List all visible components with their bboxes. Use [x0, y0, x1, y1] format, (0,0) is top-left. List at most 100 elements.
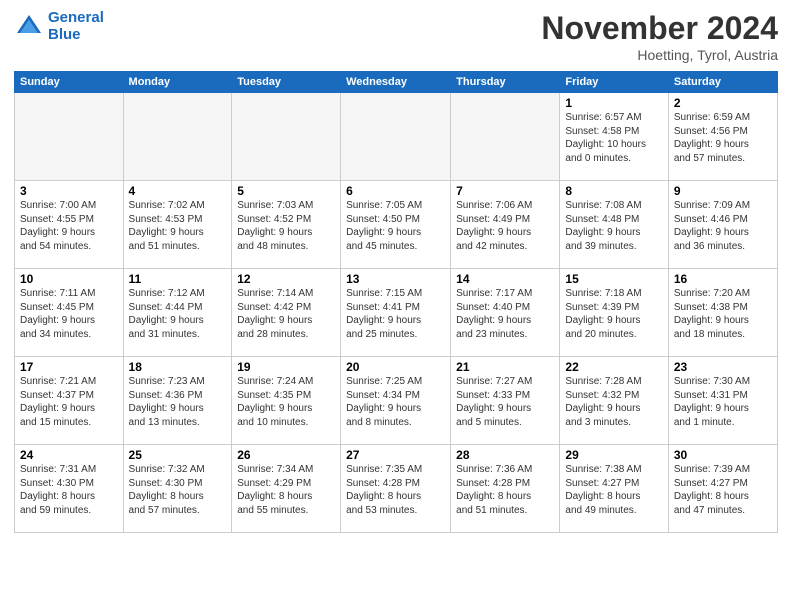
day-number: 22	[565, 360, 662, 374]
calendar-cell: 16Sunrise: 7:20 AM Sunset: 4:38 PM Dayli…	[668, 269, 777, 357]
calendar-cell: 6Sunrise: 7:05 AM Sunset: 4:50 PM Daylig…	[341, 181, 451, 269]
logo-line2: Blue	[48, 26, 81, 43]
day-number: 7	[456, 184, 554, 198]
day-info: Sunrise: 7:34 AM Sunset: 4:29 PM Dayligh…	[237, 463, 335, 517]
day-info: Sunrise: 7:03 AM Sunset: 4:52 PM Dayligh…	[237, 199, 335, 253]
day-number: 2	[674, 96, 772, 110]
day-number: 24	[20, 448, 118, 462]
calendar-cell: 3Sunrise: 7:00 AM Sunset: 4:55 PM Daylig…	[15, 181, 124, 269]
calendar-cell: 26Sunrise: 7:34 AM Sunset: 4:29 PM Dayli…	[232, 445, 341, 533]
calendar-cell	[232, 93, 341, 181]
day-info: Sunrise: 7:08 AM Sunset: 4:48 PM Dayligh…	[565, 199, 662, 253]
day-number: 3	[20, 184, 118, 198]
day-info: Sunrise: 7:11 AM Sunset: 4:45 PM Dayligh…	[20, 287, 118, 341]
day-number: 30	[674, 448, 772, 462]
month-title: November 2024	[541, 10, 778, 47]
calendar-cell: 12Sunrise: 7:14 AM Sunset: 4:42 PM Dayli…	[232, 269, 341, 357]
day-of-week-header: Wednesday	[341, 72, 451, 93]
week-row: 24Sunrise: 7:31 AM Sunset: 4:30 PM Dayli…	[15, 445, 778, 533]
calendar-cell: 9Sunrise: 7:09 AM Sunset: 4:46 PM Daylig…	[668, 181, 777, 269]
calendar-cell: 14Sunrise: 7:17 AM Sunset: 4:40 PM Dayli…	[451, 269, 560, 357]
day-info: Sunrise: 7:39 AM Sunset: 4:27 PM Dayligh…	[674, 463, 772, 517]
day-number: 9	[674, 184, 772, 198]
calendar-cell	[451, 93, 560, 181]
day-info: Sunrise: 7:09 AM Sunset: 4:46 PM Dayligh…	[674, 199, 772, 253]
day-info: Sunrise: 7:06 AM Sunset: 4:49 PM Dayligh…	[456, 199, 554, 253]
calendar-cell: 15Sunrise: 7:18 AM Sunset: 4:39 PM Dayli…	[560, 269, 668, 357]
calendar-cell: 1Sunrise: 6:57 AM Sunset: 4:58 PM Daylig…	[560, 93, 668, 181]
day-info: Sunrise: 7:21 AM Sunset: 4:37 PM Dayligh…	[20, 375, 118, 429]
calendar-cell: 29Sunrise: 7:38 AM Sunset: 4:27 PM Dayli…	[560, 445, 668, 533]
day-info: Sunrise: 7:36 AM Sunset: 4:28 PM Dayligh…	[456, 463, 554, 517]
calendar-cell: 20Sunrise: 7:25 AM Sunset: 4:34 PM Dayli…	[341, 357, 451, 445]
logo-icon	[14, 12, 44, 42]
header-row: SundayMondayTuesdayWednesdayThursdayFrid…	[15, 72, 778, 93]
calendar-cell: 8Sunrise: 7:08 AM Sunset: 4:48 PM Daylig…	[560, 181, 668, 269]
day-info: Sunrise: 7:24 AM Sunset: 4:35 PM Dayligh…	[237, 375, 335, 429]
location: Hoetting, Tyrol, Austria	[541, 47, 778, 63]
day-number: 27	[346, 448, 445, 462]
header: General Blue November 2024 Hoetting, Tyr…	[14, 10, 778, 63]
calendar-cell: 4Sunrise: 7:02 AM Sunset: 4:53 PM Daylig…	[123, 181, 232, 269]
day-info: Sunrise: 7:00 AM Sunset: 4:55 PM Dayligh…	[20, 199, 118, 253]
calendar-cell: 10Sunrise: 7:11 AM Sunset: 4:45 PM Dayli…	[15, 269, 124, 357]
calendar-cell: 18Sunrise: 7:23 AM Sunset: 4:36 PM Dayli…	[123, 357, 232, 445]
day-info: Sunrise: 7:20 AM Sunset: 4:38 PM Dayligh…	[674, 287, 772, 341]
calendar-cell	[123, 93, 232, 181]
day-info: Sunrise: 7:15 AM Sunset: 4:41 PM Dayligh…	[346, 287, 445, 341]
calendar-cell: 7Sunrise: 7:06 AM Sunset: 4:49 PM Daylig…	[451, 181, 560, 269]
day-of-week-header: Saturday	[668, 72, 777, 93]
day-of-week-header: Tuesday	[232, 72, 341, 93]
day-info: Sunrise: 7:28 AM Sunset: 4:32 PM Dayligh…	[565, 375, 662, 429]
day-info: Sunrise: 7:12 AM Sunset: 4:44 PM Dayligh…	[129, 287, 227, 341]
page: General Blue November 2024 Hoetting, Tyr…	[0, 0, 792, 612]
day-info: Sunrise: 6:59 AM Sunset: 4:56 PM Dayligh…	[674, 111, 772, 165]
calendar-cell: 21Sunrise: 7:27 AM Sunset: 4:33 PM Dayli…	[451, 357, 560, 445]
day-number: 21	[456, 360, 554, 374]
week-row: 3Sunrise: 7:00 AM Sunset: 4:55 PM Daylig…	[15, 181, 778, 269]
calendar-cell	[341, 93, 451, 181]
day-of-week-header: Thursday	[451, 72, 560, 93]
day-number: 23	[674, 360, 772, 374]
day-number: 1	[565, 96, 662, 110]
calendar-cell: 30Sunrise: 7:39 AM Sunset: 4:27 PM Dayli…	[668, 445, 777, 533]
day-number: 10	[20, 272, 118, 286]
day-number: 17	[20, 360, 118, 374]
day-of-week-header: Friday	[560, 72, 668, 93]
day-number: 11	[129, 272, 227, 286]
day-number: 28	[456, 448, 554, 462]
day-info: Sunrise: 7:27 AM Sunset: 4:33 PM Dayligh…	[456, 375, 554, 429]
day-number: 4	[129, 184, 227, 198]
day-info: Sunrise: 7:18 AM Sunset: 4:39 PM Dayligh…	[565, 287, 662, 341]
day-number: 20	[346, 360, 445, 374]
day-info: Sunrise: 7:14 AM Sunset: 4:42 PM Dayligh…	[237, 287, 335, 341]
day-info: Sunrise: 7:32 AM Sunset: 4:30 PM Dayligh…	[129, 463, 227, 517]
calendar: SundayMondayTuesdayWednesdayThursdayFrid…	[14, 71, 778, 533]
calendar-cell: 19Sunrise: 7:24 AM Sunset: 4:35 PM Dayli…	[232, 357, 341, 445]
day-info: Sunrise: 7:25 AM Sunset: 4:34 PM Dayligh…	[346, 375, 445, 429]
day-number: 15	[565, 272, 662, 286]
day-info: Sunrise: 7:17 AM Sunset: 4:40 PM Dayligh…	[456, 287, 554, 341]
day-of-week-header: Sunday	[15, 72, 124, 93]
day-info: Sunrise: 7:23 AM Sunset: 4:36 PM Dayligh…	[129, 375, 227, 429]
day-info: Sunrise: 7:02 AM Sunset: 4:53 PM Dayligh…	[129, 199, 227, 253]
logo-text: General Blue	[48, 10, 104, 43]
day-info: Sunrise: 6:57 AM Sunset: 4:58 PM Dayligh…	[565, 111, 662, 165]
calendar-cell: 2Sunrise: 6:59 AM Sunset: 4:56 PM Daylig…	[668, 93, 777, 181]
day-info: Sunrise: 7:31 AM Sunset: 4:30 PM Dayligh…	[20, 463, 118, 517]
day-number: 12	[237, 272, 335, 286]
week-row: 1Sunrise: 6:57 AM Sunset: 4:58 PM Daylig…	[15, 93, 778, 181]
day-number: 6	[346, 184, 445, 198]
day-number: 13	[346, 272, 445, 286]
day-info: Sunrise: 7:05 AM Sunset: 4:50 PM Dayligh…	[346, 199, 445, 253]
calendar-cell: 28Sunrise: 7:36 AM Sunset: 4:28 PM Dayli…	[451, 445, 560, 533]
calendar-cell: 5Sunrise: 7:03 AM Sunset: 4:52 PM Daylig…	[232, 181, 341, 269]
title-block: November 2024 Hoetting, Tyrol, Austria	[541, 10, 778, 63]
day-number: 5	[237, 184, 335, 198]
day-info: Sunrise: 7:35 AM Sunset: 4:28 PM Dayligh…	[346, 463, 445, 517]
day-number: 29	[565, 448, 662, 462]
day-number: 25	[129, 448, 227, 462]
day-number: 8	[565, 184, 662, 198]
day-number: 26	[237, 448, 335, 462]
day-info: Sunrise: 7:38 AM Sunset: 4:27 PM Dayligh…	[565, 463, 662, 517]
